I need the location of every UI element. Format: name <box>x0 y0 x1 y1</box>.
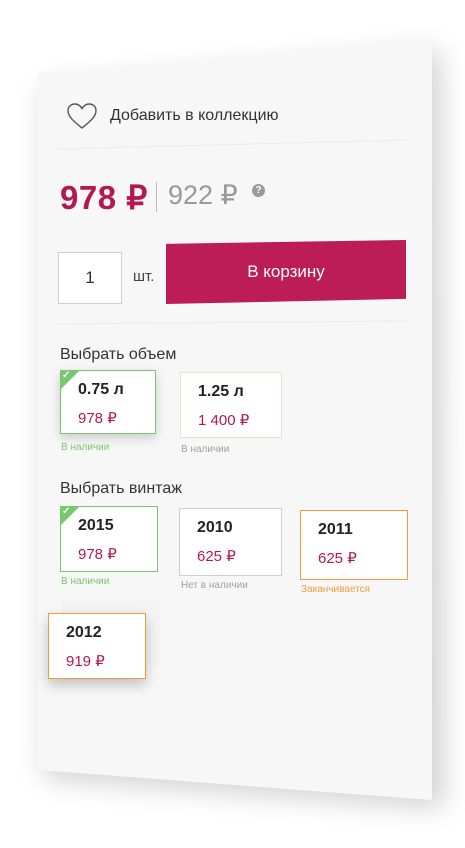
volume-option-price: 978 ₽ <box>78 410 117 427</box>
heart-icon <box>67 103 97 129</box>
volume-option-status: В наличии <box>181 444 230 455</box>
vintage-option-name: 2015 <box>78 517 114 534</box>
vintage-option-status: Нет в наличии <box>181 580 248 591</box>
volume-option-1-25[interactable]: 1.25 л 1 400 ₽ <box>180 372 282 438</box>
check-icon: ✓ <box>61 506 79 525</box>
help-icon[interactable]: ? <box>252 184 265 197</box>
vintage-option-price: 919 ₽ <box>66 653 105 670</box>
check-icon: ✓ <box>61 370 79 389</box>
vintage-option-2011[interactable]: 2011 625 ₽ <box>300 510 408 580</box>
volume-option-0-75[interactable]: ✓ 0.75 л 978 ₽ <box>60 370 156 434</box>
volume-option-price: 1 400 ₽ <box>198 412 250 429</box>
vintage-option-name: 2011 <box>318 521 353 538</box>
add-to-collection[interactable]: Добавить в коллекцию <box>66 100 279 132</box>
vintage-option-price: 978 ₽ <box>78 546 117 563</box>
vintage-section-title: Выбрать винтаж <box>60 480 182 497</box>
vintage-option-name: 2010 <box>197 519 233 536</box>
add-to-collection-label: Добавить в коллекцию <box>110 107 279 124</box>
vintage-option-2012[interactable]: 2012 919 ₽ <box>48 613 146 679</box>
vintage-option-status: В наличии <box>61 576 110 587</box>
vintage-option-price: 625 ₽ <box>318 550 357 567</box>
price-divider <box>156 182 157 212</box>
vintage-option-status: Заканчивается <box>301 584 370 595</box>
vintage-option-2015[interactable]: ✓ 2015 978 ₽ <box>60 506 158 572</box>
volume-option-name: 0.75 л <box>78 381 124 398</box>
quantity-unit: шт. <box>133 268 155 285</box>
vintage-option-name: 2012 <box>66 624 102 641</box>
current-price: 978 ₽ <box>60 179 148 216</box>
quantity-input[interactable]: 1 <box>58 252 122 304</box>
add-to-cart-button[interactable]: В корзину <box>166 240 406 304</box>
old-price: 922 ₽ <box>168 180 238 210</box>
volume-option-status: В наличии <box>61 442 110 453</box>
vintage-option-2010[interactable]: 2010 625 ₽ <box>179 508 282 576</box>
vintage-option-price: 625 ₽ <box>197 548 236 565</box>
product-panel: Добавить в коллекцию 978 ₽ 922 ₽ ? 1 шт.… <box>0 0 465 848</box>
volume-section-title: Выбрать объем <box>60 346 177 363</box>
volume-option-name: 1.25 л <box>198 383 244 400</box>
